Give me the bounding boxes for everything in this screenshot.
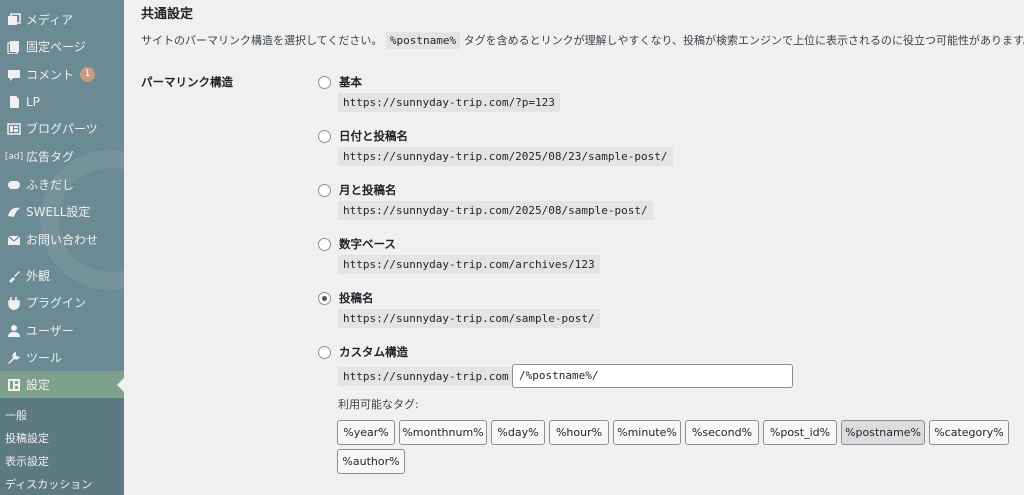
settings-icon	[2, 378, 26, 392]
comment-count-badge: 1	[80, 67, 96, 82]
option-day-name[interactable]: 日付と投稿名	[318, 128, 408, 144]
option-label: 数字ベース	[339, 237, 396, 251]
radio-post-name[interactable]	[318, 291, 331, 305]
description-text: サイトのパーマリンク構造を選択してください。	[141, 34, 383, 47]
option-label: 月と投稿名	[339, 183, 397, 197]
sidebar-item-label: 外観	[26, 269, 51, 283]
option-url: https://sunnyday-trip.com/2025/08/23/sam…	[338, 147, 673, 166]
sidebar-item-blog-parts[interactable]: ブログパーツ	[0, 115, 124, 142]
option-custom[interactable]: カスタム構造	[318, 344, 408, 360]
option-month-name[interactable]: 月と投稿名	[318, 182, 397, 198]
swell-icon	[2, 205, 26, 219]
radio-day-name[interactable]	[318, 129, 331, 143]
balloon-icon	[2, 178, 26, 192]
option-url: https://sunnyday-trip.com/sample-post/	[338, 309, 600, 328]
sidebar-item-users[interactable]: ユーザー	[0, 317, 124, 344]
pages-icon	[2, 40, 26, 54]
sidebar-item-label: ブログパーツ	[26, 122, 98, 136]
sidebar-item-comments[interactable]: コメント 1	[0, 61, 124, 88]
option-url: https://sunnyday-trip.com/?p=123	[338, 93, 560, 112]
tag-button-minute[interactable]: %minute%	[613, 420, 681, 445]
main-content: 共通設定 サイトのパーマリンク構造を選択してください。 %postname% タ…	[124, 0, 1024, 495]
section-title: 共通設定	[141, 7, 194, 22]
sidebar-item-label: 固定ページ	[26, 40, 86, 54]
tag-button-category[interactable]: %category%	[929, 420, 1009, 445]
custom-structure-input[interactable]: /%postname%/	[512, 364, 793, 388]
option-numeric[interactable]: 数字ベース	[318, 236, 396, 252]
submenu-item-writing[interactable]: 投稿設定	[5, 430, 49, 446]
radio-month-name[interactable]	[318, 183, 331, 197]
tag-button-author[interactable]: %author%	[337, 449, 405, 474]
sidebar-item-label: 設定	[26, 378, 51, 392]
tag-button-second[interactable]: %second%	[685, 420, 759, 445]
sidebar-item-swell-settings[interactable]: SWELL設定	[0, 198, 124, 225]
option-url: https://sunnyday-trip.com/2025/08/sample…	[338, 201, 653, 220]
sidebar-item-label: LP	[26, 94, 40, 109]
comments-icon	[2, 68, 26, 82]
description-text-after: タグを含めるとリンクが理解しやすくなり、投稿が検索エンジンで上位に表示されるのに…	[463, 34, 1024, 47]
sidebar-item-label: ユーザー	[26, 324, 74, 338]
submenu-item-reading[interactable]: 表示設定	[5, 453, 49, 469]
settings-submenu: 一般 投稿設定 表示設定 ディスカッション	[0, 398, 124, 495]
active-menu-arrow	[117, 378, 124, 392]
sidebar-item-plugins[interactable]: プラグイン	[0, 289, 124, 316]
blog-parts-icon	[2, 122, 26, 136]
option-label: カスタム構造	[339, 345, 408, 359]
users-icon	[2, 324, 26, 338]
sidebar-item-label: メディア	[26, 13, 74, 27]
option-url: https://sunnyday-trip.com/archives/123	[338, 255, 600, 274]
mail-icon	[2, 233, 26, 247]
sidebar-item-contact[interactable]: お問い合わせ	[0, 226, 124, 253]
tag-button-postname[interactable]: %postname%	[841, 420, 925, 445]
ad-tag-icon: [ad]	[4, 151, 24, 162]
radio-numeric[interactable]	[318, 237, 331, 251]
sidebar-item-label: ふきだし	[26, 178, 75, 192]
tag-button-monthnum[interactable]: %monthnum%	[399, 420, 487, 445]
radio-plain[interactable]	[318, 75, 331, 89]
sidebar-item-label: ツール	[26, 351, 63, 365]
option-plain[interactable]: 基本	[318, 74, 362, 90]
sidebar-item-balloon[interactable]: ふきだし	[0, 171, 124, 198]
sidebar-item-label: 広告タグ	[26, 150, 75, 164]
tag-button-post-id[interactable]: %post_id%	[763, 420, 837, 445]
submenu-item-general[interactable]: 一般	[5, 407, 27, 423]
appearance-icon	[2, 269, 26, 283]
sidebar-item-ad-tag[interactable]: [ad] 広告タグ	[0, 143, 124, 170]
sidebar-item-label: お問い合わせ	[26, 233, 99, 247]
sidebar-item-media[interactable]: メディア	[0, 6, 124, 33]
sidebar-item-settings[interactable]: 設定	[0, 371, 124, 398]
tag-button-day[interactable]: %day%	[491, 420, 545, 445]
plugins-icon	[2, 296, 26, 310]
section-description: サイトのパーマリンク構造を選択してください。 %postname% タグを含める…	[141, 32, 1024, 49]
option-post-name[interactable]: 投稿名	[318, 290, 374, 306]
lp-icon	[2, 95, 26, 109]
admin-sidebar: メディア 固定ページ コメント 1 LP ブログパーツ [ad] 広告タグ ふき…	[0, 0, 124, 495]
tag-button-hour[interactable]: %hour%	[549, 420, 609, 445]
tag-button-year[interactable]: %year%	[337, 420, 395, 445]
sidebar-item-label: プラグイン	[26, 296, 87, 310]
media-icon	[2, 12, 26, 27]
sidebar-item-pages[interactable]: 固定ページ	[0, 33, 124, 60]
option-label: 基本	[339, 75, 362, 89]
submenu-item-discussion[interactable]: ディスカッション	[5, 476, 92, 492]
tools-icon	[2, 351, 26, 365]
permalink-structure-label: パーマリンク構造	[141, 75, 233, 89]
description-code: %postname%	[385, 32, 461, 49]
option-label: 日付と投稿名	[339, 129, 408, 143]
radio-custom[interactable]	[318, 345, 331, 359]
sidebar-item-tools[interactable]: ツール	[0, 344, 124, 371]
sidebar-item-label: SWELL設定	[26, 205, 91, 219]
sidebar-item-label: コメント	[26, 68, 75, 82]
available-tags-label: 利用可能なタグ:	[338, 398, 419, 411]
custom-base-url: https://sunnyday-trip.com	[338, 367, 514, 386]
sidebar-item-lp[interactable]: LP	[0, 88, 124, 115]
sidebar-item-appearance[interactable]: 外観	[0, 262, 124, 289]
option-label: 投稿名	[339, 291, 374, 305]
